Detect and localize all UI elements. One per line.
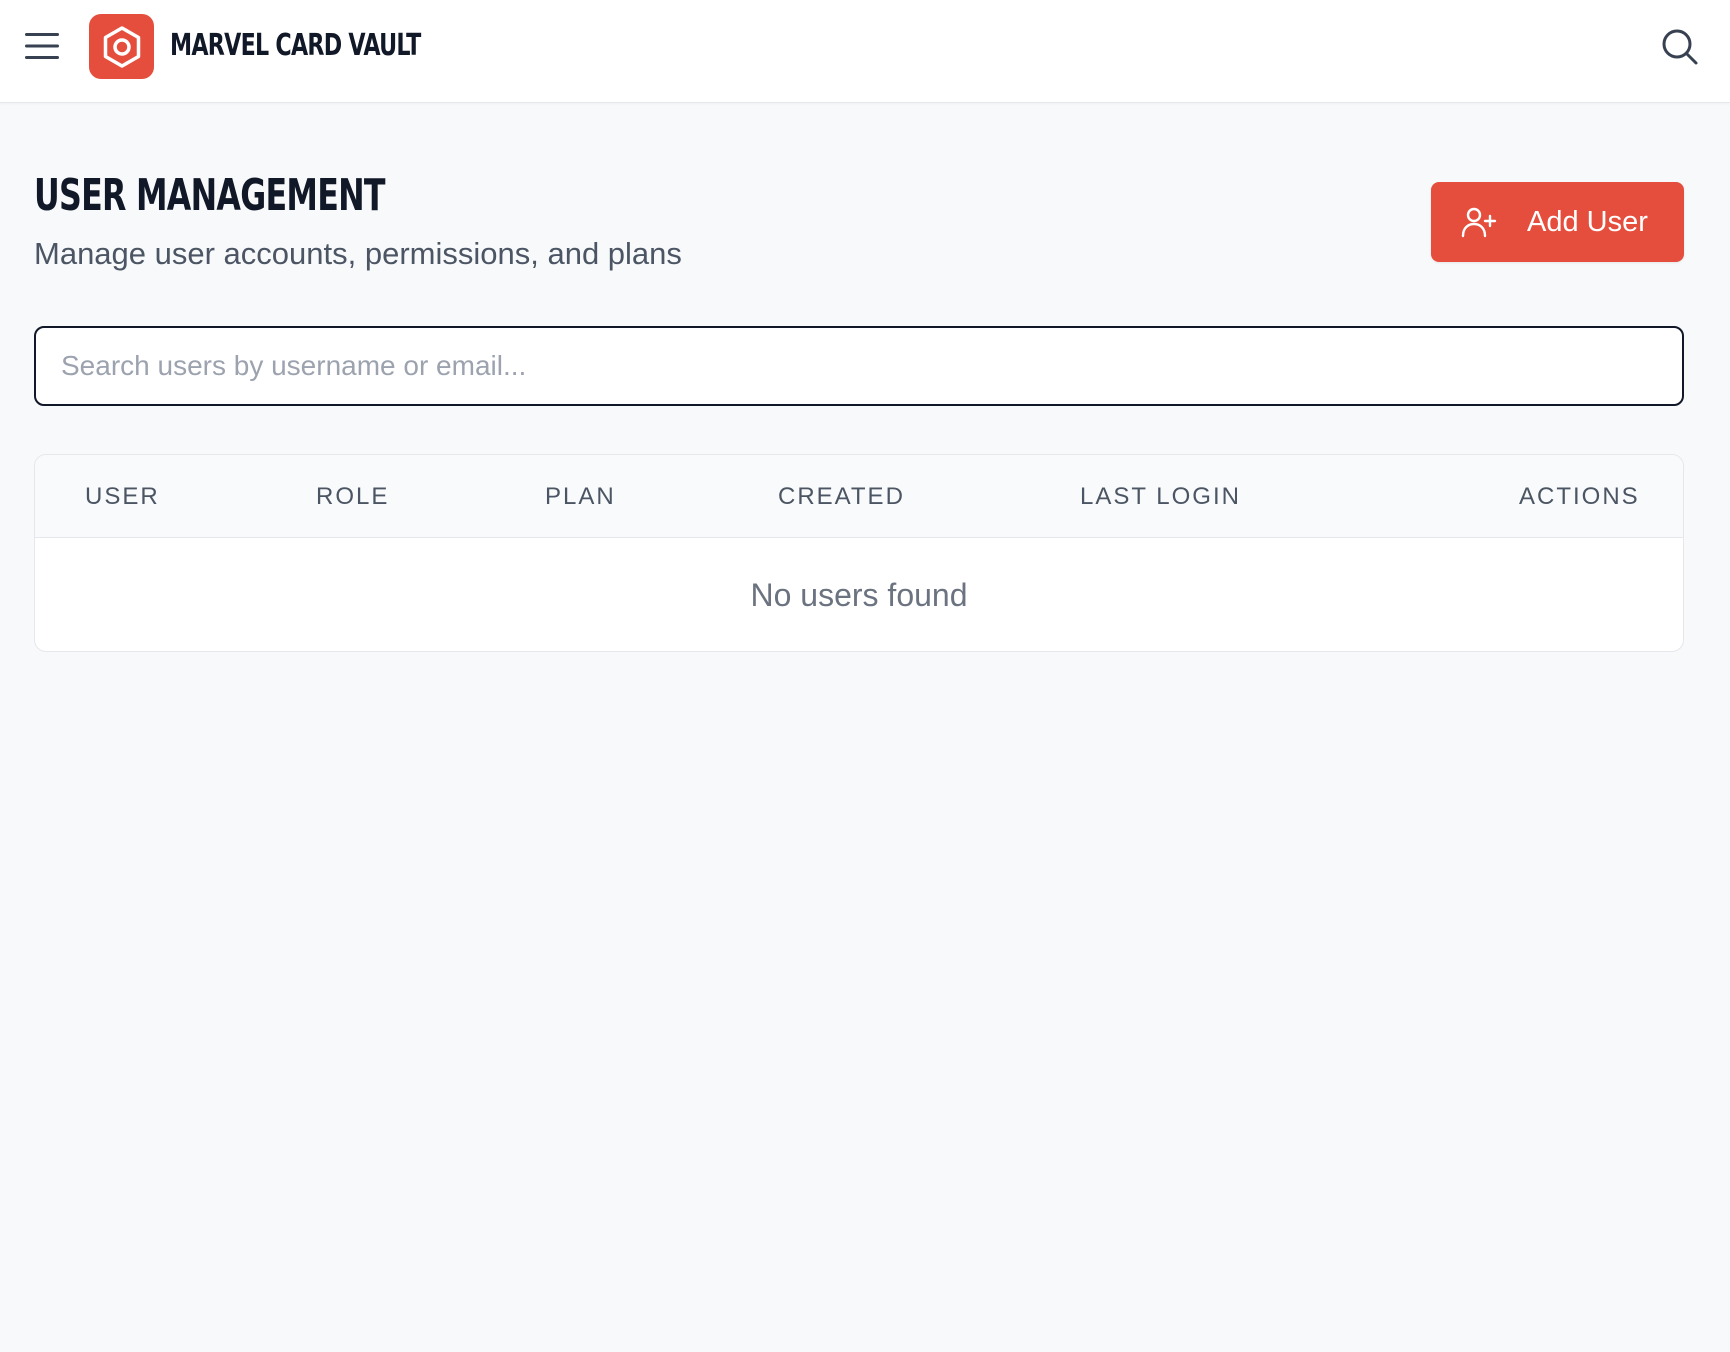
hexagon-logo-icon <box>103 25 140 68</box>
app-title[interactable]: MARVEL CARD VAULT <box>170 22 421 70</box>
empty-state-message: No users found <box>750 577 968 613</box>
column-header-plan[interactable]: PLAN <box>545 455 616 538</box>
users-table: USER ROLE PLAN CREATED LAST LOGIN ACTION… <box>34 454 1684 652</box>
column-header-created[interactable]: CREATED <box>778 455 905 538</box>
hamburger-menu-icon <box>25 33 59 59</box>
column-header-user[interactable]: USER <box>85 455 160 538</box>
user-plus-icon <box>1461 207 1497 238</box>
search-icon <box>1662 29 1698 65</box>
add-user-label: Add User <box>1527 206 1648 238</box>
menu-button[interactable] <box>18 24 66 68</box>
global-search-button[interactable] <box>1656 24 1704 70</box>
add-user-button[interactable]: Add User <box>1431 182 1684 262</box>
user-search-input[interactable] <box>36 328 1682 404</box>
column-header-role[interactable]: ROLE <box>316 455 389 538</box>
column-header-last-login[interactable]: LAST LOGIN <box>1080 455 1241 538</box>
table-header-row: USER ROLE PLAN CREATED LAST LOGIN ACTION… <box>35 455 1683 538</box>
column-header-actions: ACTIONS <box>1519 483 1640 510</box>
page-subtitle: Manage user accounts, permissions, and p… <box>34 236 682 271</box>
app-logo[interactable] <box>89 14 154 79</box>
top-navigation-bar: MARVEL CARD VAULT <box>0 0 1730 103</box>
page-title: USER MANAGEMENT <box>34 170 386 221</box>
user-search-field[interactable] <box>34 326 1684 406</box>
